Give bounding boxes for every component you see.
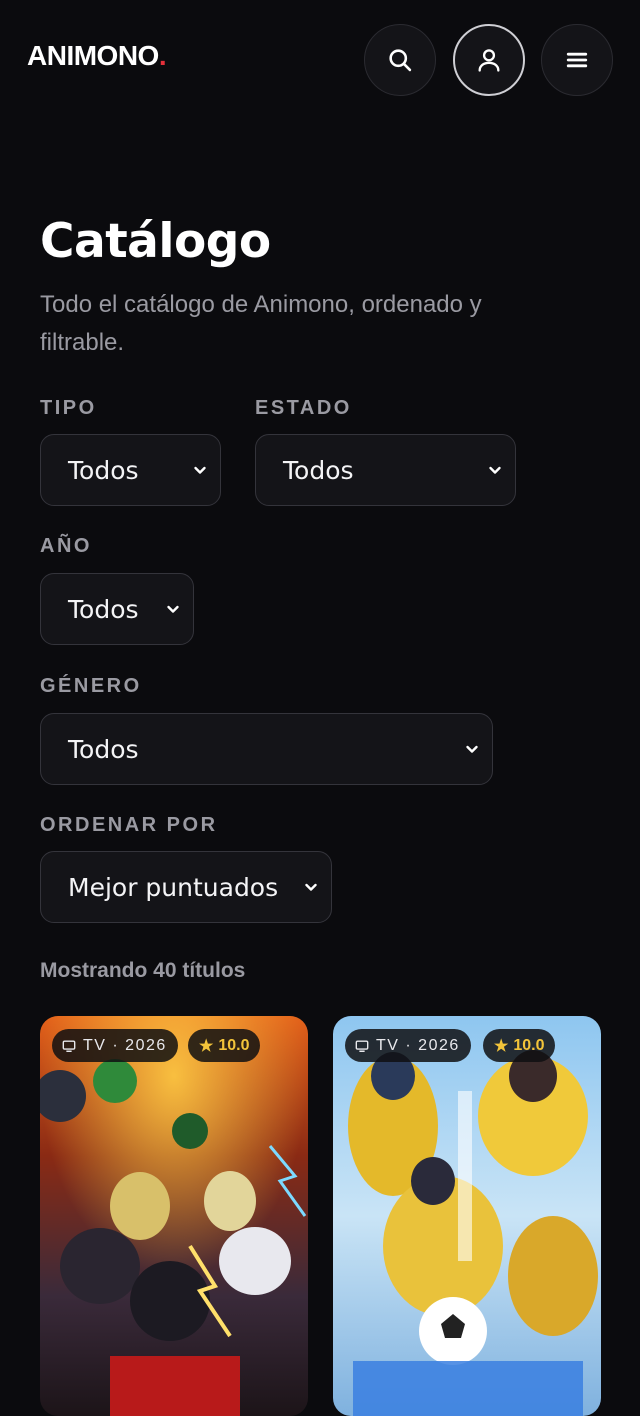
chevron-down-icon (466, 745, 478, 753)
user-icon (478, 49, 500, 72)
tv-icon (355, 1039, 369, 1052)
orden-label: ORDENAR POR (40, 814, 218, 836)
genero-value: Todos (68, 734, 139, 764)
anio-select[interactable]: Todos (40, 573, 194, 645)
chevron-down-icon (489, 466, 501, 474)
poster-image (333, 1016, 601, 1416)
results-count: Mostrando 40 títulos (40, 959, 246, 982)
type-year-text: TV · 2026 (376, 1036, 460, 1054)
rating-badge: ★ 10.0 (483, 1029, 556, 1062)
search-button[interactable] (364, 24, 436, 96)
estado-value: Todos (283, 455, 354, 485)
tipo-value: Todos (68, 455, 139, 485)
rating-badge: ★ 10.0 (188, 1029, 261, 1062)
genero-label: GÉNERO (40, 675, 142, 697)
anio-label: AÑO (40, 535, 92, 557)
star-icon: ★ (494, 1037, 509, 1055)
star-icon: ★ (199, 1037, 214, 1055)
tipo-label: TIPO (40, 397, 97, 419)
menu-icon (566, 52, 588, 68)
type-year-badge: TV · 2026 (52, 1029, 178, 1062)
logo-text: ANIMONO (27, 40, 159, 71)
chevron-down-icon (167, 605, 179, 613)
type-year-badge: TV · 2026 (345, 1029, 471, 1062)
page-title: Catálogo (40, 214, 271, 269)
estado-select[interactable]: Todos (255, 434, 516, 506)
chevron-down-icon (194, 466, 206, 474)
anime-card[interactable]: TV · 2026 ★ 10.0 (333, 1016, 601, 1416)
search-icon (389, 49, 412, 72)
rating-value: 10.0 (513, 1036, 545, 1054)
page-subtitle: Todo el catálogo de Animono, ordenado y … (40, 291, 482, 356)
chevron-down-icon (305, 883, 317, 891)
anime-card[interactable]: TV · 2026 ★ 10.0 (40, 1016, 308, 1416)
tv-icon (62, 1039, 76, 1052)
logo-dot: . (158, 40, 167, 71)
orden-select[interactable]: Mejor puntuados (40, 851, 332, 923)
anio-value: Todos (68, 594, 139, 624)
account-button[interactable] (453, 24, 525, 96)
poster-image (40, 1016, 308, 1416)
brand-logo[interactable]: ANIMONO. (27, 40, 167, 72)
menu-button[interactable] (541, 24, 613, 96)
estado-label: ESTADO (255, 397, 352, 419)
rating-value: 10.0 (218, 1036, 250, 1054)
top-bar: ANIMONO. (0, 0, 640, 118)
type-year-text: TV · 2026 (83, 1036, 167, 1054)
tipo-select[interactable]: Todos (40, 434, 221, 506)
genero-select[interactable]: Todos (40, 713, 493, 785)
orden-value: Mejor puntuados (68, 872, 279, 902)
